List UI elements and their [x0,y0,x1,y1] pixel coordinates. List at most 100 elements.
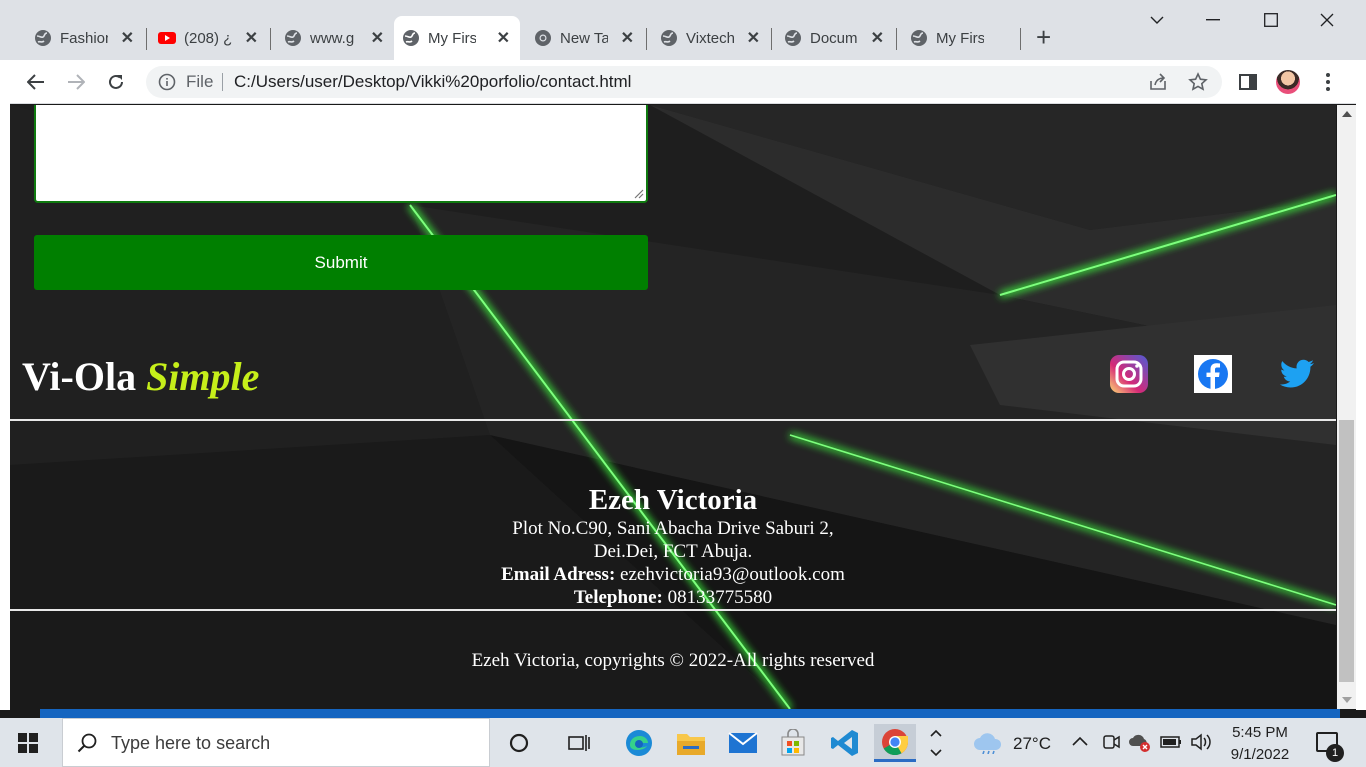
email-row: Email Adress: ezehvictoria93@outlook.com [10,563,1336,586]
system-clock[interactable]: 5:45 PM 9/1/2022 [1222,722,1298,766]
taskbar-mail[interactable] [722,724,764,762]
reload-button[interactable] [102,68,130,96]
phone-value[interactable]: 08133775580 [668,587,773,608]
omnibox-divider [222,73,223,91]
brand-accent: Simple [146,354,260,399]
close-icon[interactable]: ✕ [497,28,510,48]
battery-icon[interactable] [1160,735,1182,749]
taskbar-chrome[interactable] [874,724,916,762]
scheme-label: File [186,72,214,91]
address-bar[interactable]: File C:/Users/user/Desktop/Vikki%20porfo… [146,66,1222,98]
back-button[interactable] [22,68,50,96]
twitter-icon[interactable] [1278,355,1316,393]
tab-separator [646,28,647,50]
close-icon[interactable]: ✕ [747,28,760,48]
weather-temp[interactable]: 27°C [1013,734,1051,754]
tab-vixtech[interactable]: Vixtech ✕ [652,16,770,60]
cortana-icon [509,733,529,753]
tab-search-button[interactable] [1134,6,1180,34]
task-view-icon [568,735,590,751]
taskbar-vscode[interactable] [824,724,866,762]
new-tab-button[interactable]: + [1036,24,1051,50]
email-value[interactable]: ezehvictoria93@outlook.com [620,564,845,585]
tab-separator [270,28,271,50]
menu-button[interactable] [1314,68,1342,96]
close-window-button[interactable] [1304,6,1350,34]
url-text[interactable]: C:/Users/user/Desktop/Vikki%20porfolio/c… [234,72,631,92]
tab-new-tab[interactable]: New Ta ✕ [526,16,644,60]
side-panel-button[interactable] [1234,68,1262,96]
side-panel-icon [1239,74,1257,90]
close-icon[interactable]: ✕ [121,28,134,48]
globe-icon [285,30,301,46]
taskbar-file-explorer[interactable] [670,724,712,762]
tab-separator [771,28,772,50]
tab-www[interactable]: www.g ✕ [276,16,394,60]
tab-title: Vixtech [686,29,734,47]
chevron-up-down-icon [930,729,942,757]
search-icon [77,733,97,753]
close-icon [1320,13,1334,27]
tab-title: (208) ¿ [184,29,232,47]
address-line-1: Plot No.C90, Sani Abacha Drive Saburi 2, [512,518,834,539]
close-icon[interactable]: ✕ [371,28,384,48]
instagram-icon[interactable] [1110,355,1148,393]
site-brand[interactable]: Vi-Ola Simple [22,353,259,400]
avatar[interactable] [1276,70,1300,94]
mail-icon [728,732,758,753]
email-label: Email Adress: [501,564,616,585]
globe-icon [911,30,927,46]
close-icon[interactable]: ✕ [621,28,634,48]
taskbar-search-box[interactable]: Type here to search [62,718,490,767]
maximize-button[interactable] [1248,6,1294,34]
chevron-up-icon[interactable] [1072,736,1088,746]
task-view-button[interactable] [558,724,600,762]
message-textarea[interactable] [34,105,648,203]
tab-fashion[interactable]: Fashion ✕ [26,16,144,60]
close-icon[interactable]: ✕ [871,28,884,48]
minimize-button[interactable] [1190,6,1236,34]
tab-separator [1020,28,1021,50]
edge-icon [626,730,652,756]
tab-strip: Fashion ✕ (208) ¿ ✕ www.g ✕ My Firs ✕ Ne… [0,0,1366,60]
globe-icon [661,30,677,46]
onedrive-error-icon[interactable] [1128,732,1152,754]
page-scrollbar[interactable] [1337,105,1356,709]
star-icon[interactable] [1188,72,1208,92]
windows-start-icon[interactable] [18,733,38,753]
footer-divider-bottom [10,609,1336,611]
tab-separator [146,28,147,50]
tab-my-first-2[interactable]: My Firs [902,16,1020,60]
submit-button[interactable]: Submit [34,235,648,290]
arrow-left-icon [27,74,44,90]
tab-youtube[interactable]: (208) ¿ ✕ [150,16,268,60]
taskbar-store[interactable] [772,724,814,762]
info-icon[interactable] [158,73,176,91]
tab-my-first-active[interactable]: My Firs ✕ [394,16,520,60]
cortana-button[interactable] [498,724,540,762]
scroll-thumb[interactable] [1339,420,1354,682]
contact-name: Ezeh Victoria [588,484,758,516]
meet-now-icon[interactable] [1102,732,1120,752]
address-line-2: Dei.Dei, FCT Abuja. [593,541,753,562]
tab-separator [896,28,897,50]
scroll-down-icon[interactable] [1342,697,1352,703]
forward-button[interactable] [62,68,90,96]
tab-title: Fashion [60,29,108,47]
close-icon[interactable]: ✕ [245,28,258,48]
facebook-icon[interactable] [1194,355,1232,393]
copyright-text: Ezeh Victoria, copyrights © 2022-All rig… [471,650,875,671]
weather-cloud-icon[interactable] [972,730,1004,754]
volume-icon[interactable] [1190,732,1212,752]
share-icon[interactable] [1148,72,1168,92]
taskbar-edge[interactable] [618,724,660,762]
chevron-down-icon [1150,16,1164,24]
taskbar-overflow-button[interactable] [926,724,946,762]
footer-divider-top [10,419,1336,421]
resize-handle-icon[interactable] [632,187,644,199]
maximize-icon [1264,13,1278,27]
scroll-up-icon[interactable] [1342,111,1352,117]
clock-time: 5:45 PM [1232,724,1288,741]
tab-document[interactable]: Docum ✕ [776,16,894,60]
arrow-right-icon [68,74,85,90]
